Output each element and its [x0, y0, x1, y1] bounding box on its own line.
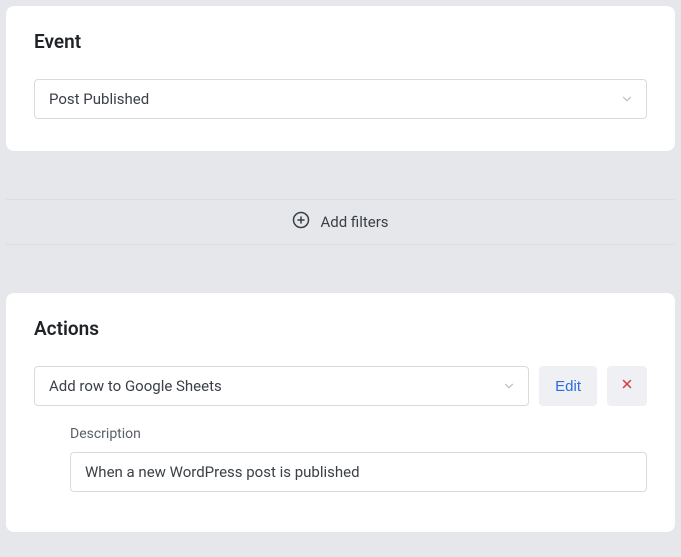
description-label: Description	[70, 426, 647, 442]
action-select[interactable]: Add row to Google Sheets	[34, 366, 529, 406]
action-detail-panel: Description	[70, 426, 647, 492]
add-filters-button[interactable]: Add filters	[6, 199, 675, 245]
delete-button[interactable]	[607, 366, 647, 406]
close-icon	[620, 377, 634, 395]
event-select-value: Post Published	[49, 90, 149, 108]
chevron-down-icon	[620, 92, 634, 106]
edit-button[interactable]: Edit	[539, 366, 597, 406]
action-row: Add row to Google Sheets Edit	[34, 366, 647, 406]
event-card: Event Post Published	[6, 6, 675, 151]
action-select-value: Add row to Google Sheets	[49, 377, 222, 395]
description-input[interactable]	[70, 452, 647, 492]
actions-card: Actions Add row to Google Sheets Edit De…	[6, 293, 675, 532]
event-title: Event	[34, 30, 647, 53]
event-select[interactable]: Post Published	[34, 79, 647, 119]
plus-circle-icon	[292, 211, 310, 233]
actions-title: Actions	[34, 317, 647, 340]
add-filters-label: Add filters	[320, 213, 388, 231]
chevron-down-icon	[502, 379, 516, 393]
